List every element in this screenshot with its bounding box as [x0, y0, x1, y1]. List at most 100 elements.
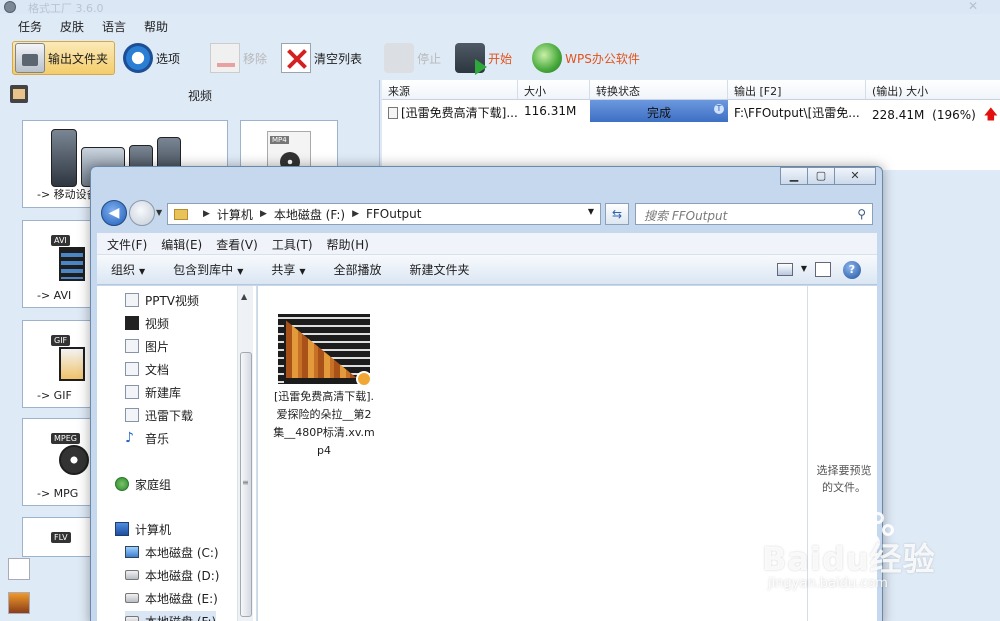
wps-office-button[interactable]: WPS办公软件	[530, 41, 646, 75]
start-label: 开始	[488, 51, 513, 66]
menu-bar: 任务 皮肤 语言 帮助	[0, 15, 1000, 37]
search-icon[interactable]: ⚲	[857, 207, 866, 221]
avi-tag: AVI	[51, 235, 70, 246]
start-button[interactable]: 开始	[453, 41, 518, 75]
picture-category-icon[interactable]	[8, 592, 30, 614]
command-bar: 组织 ▼ 包含到库中 ▼ 共享 ▼ 全部播放 新建文件夹 ▼ ?	[97, 255, 877, 285]
flv-tag: FLV	[51, 532, 71, 543]
menu-tools[interactable]: 工具(T)	[272, 233, 313, 254]
organize-button[interactable]: 组织 ▼	[111, 261, 145, 278]
nav-item-music[interactable]: ♪ 音乐	[125, 428, 169, 448]
task-list: 来源 大小 转换状态 输出 [F2] (输出) 大小 [迅雷免费高清下载]...…	[382, 80, 1000, 170]
forward-button[interactable]	[129, 200, 155, 226]
maximize-button[interactable]: ▢	[807, 167, 835, 185]
nav-item-documents[interactable]: 文档	[125, 359, 169, 379]
homegroup-icon	[115, 477, 129, 491]
nav-label: 图片	[145, 339, 170, 354]
nav-item-pictures[interactable]: 图片	[125, 336, 169, 356]
clear-list-button[interactable]: 清空列表	[279, 41, 368, 75]
nav-item-drive-f[interactable]: 本地磁盘 (F:)	[125, 611, 217, 621]
file-icon	[388, 107, 398, 119]
nav-item-homegroup[interactable]: 家庭组	[115, 474, 171, 494]
breadcrumb-ffoutput[interactable]: FFOutput	[366, 207, 422, 221]
remove-icon	[210, 43, 241, 73]
search-input[interactable]: 搜索 FFOutput ⚲	[635, 203, 873, 225]
system-drive-icon	[125, 546, 139, 558]
menu-skin[interactable]: 皮肤	[58, 15, 94, 37]
col-output-size[interactable]: (输出) 大小	[866, 80, 1000, 99]
audio-category-icon[interactable]	[8, 558, 30, 580]
nav-item-drive-d[interactable]: 本地磁盘 (D:)	[125, 565, 219, 585]
close-icon[interactable]: ✕	[968, 0, 978, 13]
folder-icon	[174, 208, 188, 220]
remove-button[interactable]: 移除	[208, 41, 273, 75]
scroll-up-icon[interactable]: ▲	[241, 292, 247, 301]
refresh-button[interactable]: ⇆	[605, 203, 629, 225]
explorer-window: ▁ ▢ ✕ ◀ ▼ ▶ 计算机 ▶ 本地磁盘 (F:) ▶ FFOutput ▼…	[90, 166, 883, 621]
menu-file[interactable]: 文件(F)	[107, 233, 147, 254]
close-button[interactable]: ✕	[834, 167, 876, 185]
table-row[interactable]: [迅雷免费高清下载].... 116.31M 完成 T F:\FFOutput\…	[382, 100, 1000, 122]
col-status[interactable]: 转换状态	[590, 80, 728, 99]
new-folder-button[interactable]: 新建文件夹	[410, 261, 470, 278]
clear-list-label: 清空列表	[314, 51, 363, 66]
status-text: 完成	[646, 106, 671, 120]
nav-item-xunlei-downloads[interactable]: 迅雷下载	[125, 405, 193, 425]
col-source[interactable]: 来源	[382, 80, 518, 99]
nav-label: 本地磁盘 (D:)	[145, 568, 220, 583]
menu-task[interactable]: 任务	[16, 15, 52, 37]
nav-item-drive-e[interactable]: 本地磁盘 (E:)	[125, 588, 218, 608]
play-all-button[interactable]: 全部播放	[334, 261, 382, 278]
mpg-label: -> MPG	[37, 487, 79, 500]
nav-item-drive-c[interactable]: 本地磁盘 (C:)	[125, 542, 219, 562]
output-size-text: 228.41M	[872, 108, 925, 122]
nav-label: 音乐	[145, 431, 170, 446]
menu-view[interactable]: 查看(V)	[216, 233, 258, 254]
status-cell: 完成 T	[590, 100, 728, 122]
view-dropdown-icon[interactable]: ▼	[801, 264, 807, 273]
stop-button[interactable]: 停止	[382, 41, 447, 75]
help-icon[interactable]: ?	[843, 261, 861, 279]
nav-item-videos[interactable]: 视频	[125, 313, 169, 333]
file-name: [迅雷免费高清下载].爱探险的朵拉__第2集__480P标清.xv.mp4	[273, 390, 375, 457]
stop-icon	[384, 43, 415, 73]
include-in-library-button[interactable]: 包含到库中 ▼	[173, 261, 243, 278]
menu-edit[interactable]: 编辑(E)	[161, 233, 202, 254]
breadcrumb-computer[interactable]: 计算机	[217, 206, 253, 223]
recent-pages-dropdown-icon[interactable]: ▼	[156, 208, 162, 217]
play-badge-icon	[356, 371, 372, 387]
col-size[interactable]: 大小	[518, 80, 590, 99]
menu-help[interactable]: 帮助	[142, 15, 178, 37]
nav-scrollbar[interactable]: ▲ ≡	[237, 286, 253, 621]
title-bar: 格式工厂 3.6.0 ✕	[0, 0, 1000, 15]
back-button[interactable]: ◀	[101, 200, 127, 226]
col-output[interactable]: 输出 [F2]	[728, 80, 866, 99]
share-button[interactable]: 共享 ▼	[271, 261, 305, 278]
menu-language[interactable]: 语言	[100, 15, 136, 37]
video-category-header[interactable]: 视频	[0, 80, 380, 108]
document-library-icon	[125, 362, 139, 376]
explorer-menu-bar: 文件(F) 编辑(E) 查看(V) 工具(T) 帮助(H)	[97, 233, 877, 255]
mpeg-tag: MPEG	[51, 433, 80, 444]
preview-pane-icon[interactable]	[815, 262, 831, 277]
nav-item-new-library[interactable]: 新建库	[125, 382, 181, 402]
chevron-down-icon: ▼	[237, 267, 244, 276]
menu-help[interactable]: 帮助(H)	[327, 233, 369, 254]
breadcrumb-drive-f[interactable]: 本地磁盘 (F:)	[274, 206, 345, 223]
address-dropdown-icon[interactable]: ▼	[588, 207, 594, 216]
nav-item-pptv[interactable]: PPTV视频	[125, 290, 199, 310]
include-in-library-label: 包含到库中	[173, 263, 234, 277]
address-bar[interactable]: ▶ 计算机 ▶ 本地磁盘 (F:) ▶ FFOutput ▼	[167, 203, 601, 225]
computer-icon	[115, 522, 129, 536]
nav-label: 本地磁盘 (F:)	[145, 613, 216, 621]
output-folder-button[interactable]: 输出文件夹	[12, 41, 116, 75]
output-percent-text: (196%)	[932, 108, 976, 122]
nav-label: 文档	[145, 362, 170, 377]
minimize-button[interactable]: ▁	[780, 167, 808, 185]
nav-item-computer[interactable]: 计算机	[115, 519, 171, 539]
options-button[interactable]: 选项	[121, 41, 186, 75]
start-icon	[455, 43, 488, 75]
chevron-down-icon: ▼	[139, 267, 146, 276]
change-view-icon[interactable]	[777, 263, 793, 276]
nav-label: 本地磁盘 (E:)	[145, 591, 218, 606]
